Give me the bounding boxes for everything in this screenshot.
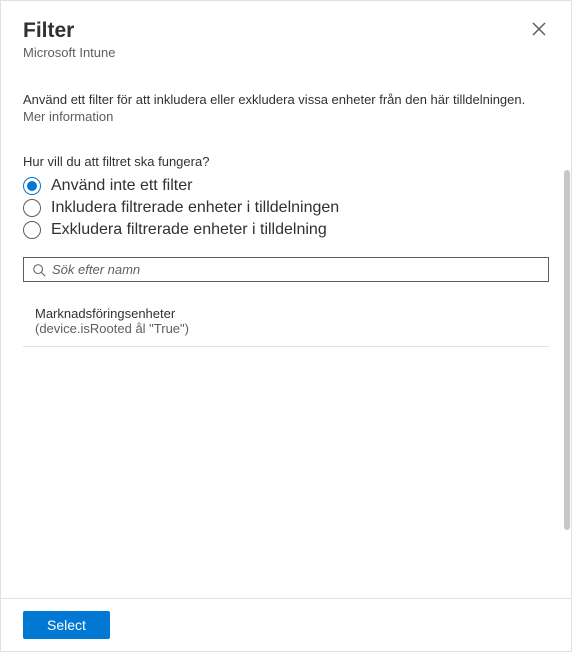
scrollbar[interactable]: [564, 170, 570, 530]
filter-item-name: Marknadsföringsenheter: [35, 306, 541, 321]
close-icon: [532, 22, 546, 36]
radio-option-no-filter[interactable]: Använd inte ett filter: [23, 175, 549, 197]
panel-title: Filter: [23, 19, 549, 43]
filter-item-rule: (device.isRooted ål "True"): [35, 321, 541, 336]
panel-content: Använd ett filter för att inkludera elle…: [1, 70, 571, 598]
search-icon: [32, 263, 46, 277]
radio-label: Använd inte ett filter: [51, 177, 192, 195]
more-info-link[interactable]: Mer information: [23, 109, 549, 124]
search-box[interactable]: [23, 257, 549, 282]
radio-option-exclude[interactable]: Exkludera filtrerade enheter i tilldelni…: [23, 219, 549, 241]
panel-footer: Select: [1, 598, 571, 651]
panel-header: Filter Microsoft Intune: [1, 1, 571, 70]
filter-question: Hur vill du att filtret ska fungera?: [23, 154, 549, 169]
close-button[interactable]: [529, 19, 549, 39]
filter-mode-radio-group: Använd inte ett filter Inkludera filtrer…: [23, 175, 549, 241]
filter-panel: Filter Microsoft Intune Använd ett filte…: [0, 0, 572, 652]
filter-list-item[interactable]: Marknadsföringsenheter (device.isRooted …: [23, 300, 549, 346]
radio-label: Inkludera filtrerade enheter i tilldelni…: [51, 199, 339, 217]
panel-subtitle: Microsoft Intune: [23, 45, 549, 60]
select-button[interactable]: Select: [23, 611, 110, 639]
radio-circle-icon: [23, 177, 41, 195]
radio-option-include[interactable]: Inkludera filtrerade enheter i tilldelni…: [23, 197, 549, 219]
description-text: Använd ett filter för att inkludera elle…: [23, 70, 549, 107]
radio-circle-icon: [23, 199, 41, 217]
radio-circle-icon: [23, 221, 41, 239]
radio-label: Exkludera filtrerade enheter i tilldelni…: [51, 221, 327, 239]
filter-list: Marknadsföringsenheter (device.isRooted …: [23, 300, 549, 347]
search-input[interactable]: [52, 262, 540, 277]
